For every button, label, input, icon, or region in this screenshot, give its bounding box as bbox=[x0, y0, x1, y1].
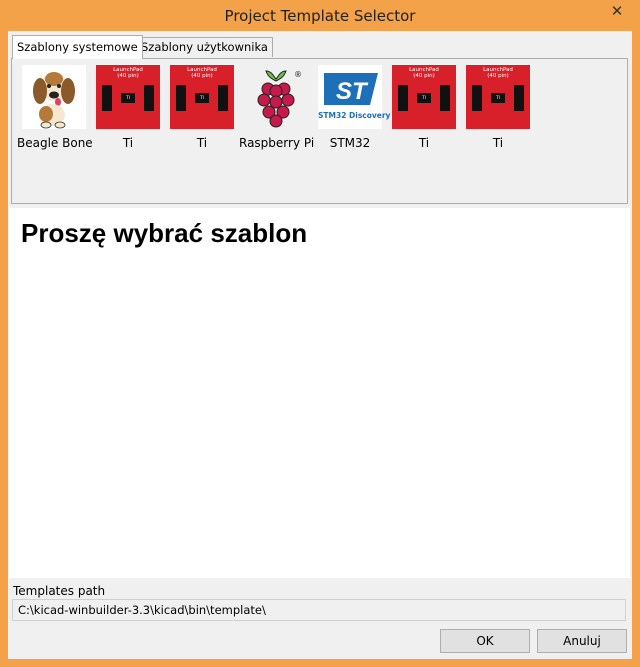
svg-text:ST: ST bbox=[336, 78, 369, 105]
template-label: Ti bbox=[196, 136, 208, 150]
tab-system-templates[interactable]: Szablony systemowe bbox=[12, 35, 143, 59]
raspberry-icon: ® bbox=[244, 65, 308, 129]
project-template-selector-window: Project Template Selector ✕ Szablony sys… bbox=[0, 0, 640, 667]
ti-launchpad-icon: LaunchPad (40 pin) TI bbox=[466, 65, 530, 129]
ti-launchpad-icon: LaunchPad (40 pin) TI bbox=[170, 65, 234, 129]
thumb-caption: STM32 Discovery bbox=[318, 111, 391, 120]
window-title: Project Template Selector bbox=[224, 7, 416, 25]
dialog-body: Szablony systemowe Szablony użytkownika bbox=[8, 31, 632, 659]
ti-launchpad-icon: LaunchPad (40 pin) TI bbox=[96, 65, 160, 129]
template-ti-2[interactable]: LaunchPad (40 pin) TI Ti bbox=[165, 65, 239, 150]
tab-label: Szablony systemowe bbox=[17, 40, 138, 54]
beagle-dog-icon bbox=[22, 65, 86, 129]
templates-path-label: Templates path bbox=[13, 584, 106, 598]
template-ti-3[interactable]: LaunchPad (40 pin) TI Ti bbox=[387, 65, 461, 150]
tab-user-templates[interactable]: Szablony użytkownika bbox=[136, 37, 273, 57]
template-label: Beagle Bone bbox=[17, 136, 93, 150]
cancel-button[interactable]: Anuluj bbox=[537, 629, 627, 653]
thumb-text: (40 pin) bbox=[191, 73, 213, 79]
svg-text:®: ® bbox=[294, 70, 302, 79]
templates-path-field[interactable]: C:\kicad-winbuilder-3.3\kicad\bin\templa… bbox=[12, 599, 626, 621]
template-label: STM32 bbox=[329, 136, 371, 150]
template-ti-1[interactable]: LaunchPad (40 pin) TI Ti bbox=[91, 65, 165, 150]
ok-button[interactable]: OK bbox=[440, 629, 530, 653]
template-label: Ti bbox=[492, 136, 504, 150]
template-label: Ti bbox=[418, 136, 430, 150]
template-beagle-bone[interactable]: Beagle Bone bbox=[17, 65, 93, 150]
st-logo-icon: ST STM32 Discovery bbox=[318, 65, 391, 129]
template-raspberry-pi[interactable]: ® Raspberry Pi bbox=[239, 65, 315, 150]
thumb-text: (40 pin) bbox=[413, 73, 435, 79]
description-heading: Proszę wybrać szablon bbox=[21, 218, 308, 248]
thumb-text: (40 pin) bbox=[117, 73, 139, 79]
template-label: Ti bbox=[122, 136, 134, 150]
title-bar[interactable]: Project Template Selector ✕ bbox=[0, 0, 640, 32]
template-stm32[interactable]: ST STM32 Discovery STM32 bbox=[313, 65, 391, 150]
thumb-text: (40 pin) bbox=[487, 73, 509, 79]
template-label: Raspberry Pi bbox=[239, 136, 315, 150]
templates-panel: Beagle Bone LaunchPad (40 pin) TI Ti Laun… bbox=[11, 58, 628, 204]
ti-launchpad-icon: LaunchPad (40 pin) TI bbox=[392, 65, 456, 129]
template-ti-4[interactable]: LaunchPad (40 pin) TI Ti bbox=[461, 65, 535, 150]
tab-label: Szablony użytkownika bbox=[141, 40, 268, 54]
template-description-pane: Proszę wybrać szablon bbox=[9, 208, 630, 578]
close-button[interactable]: ✕ bbox=[602, 1, 632, 21]
